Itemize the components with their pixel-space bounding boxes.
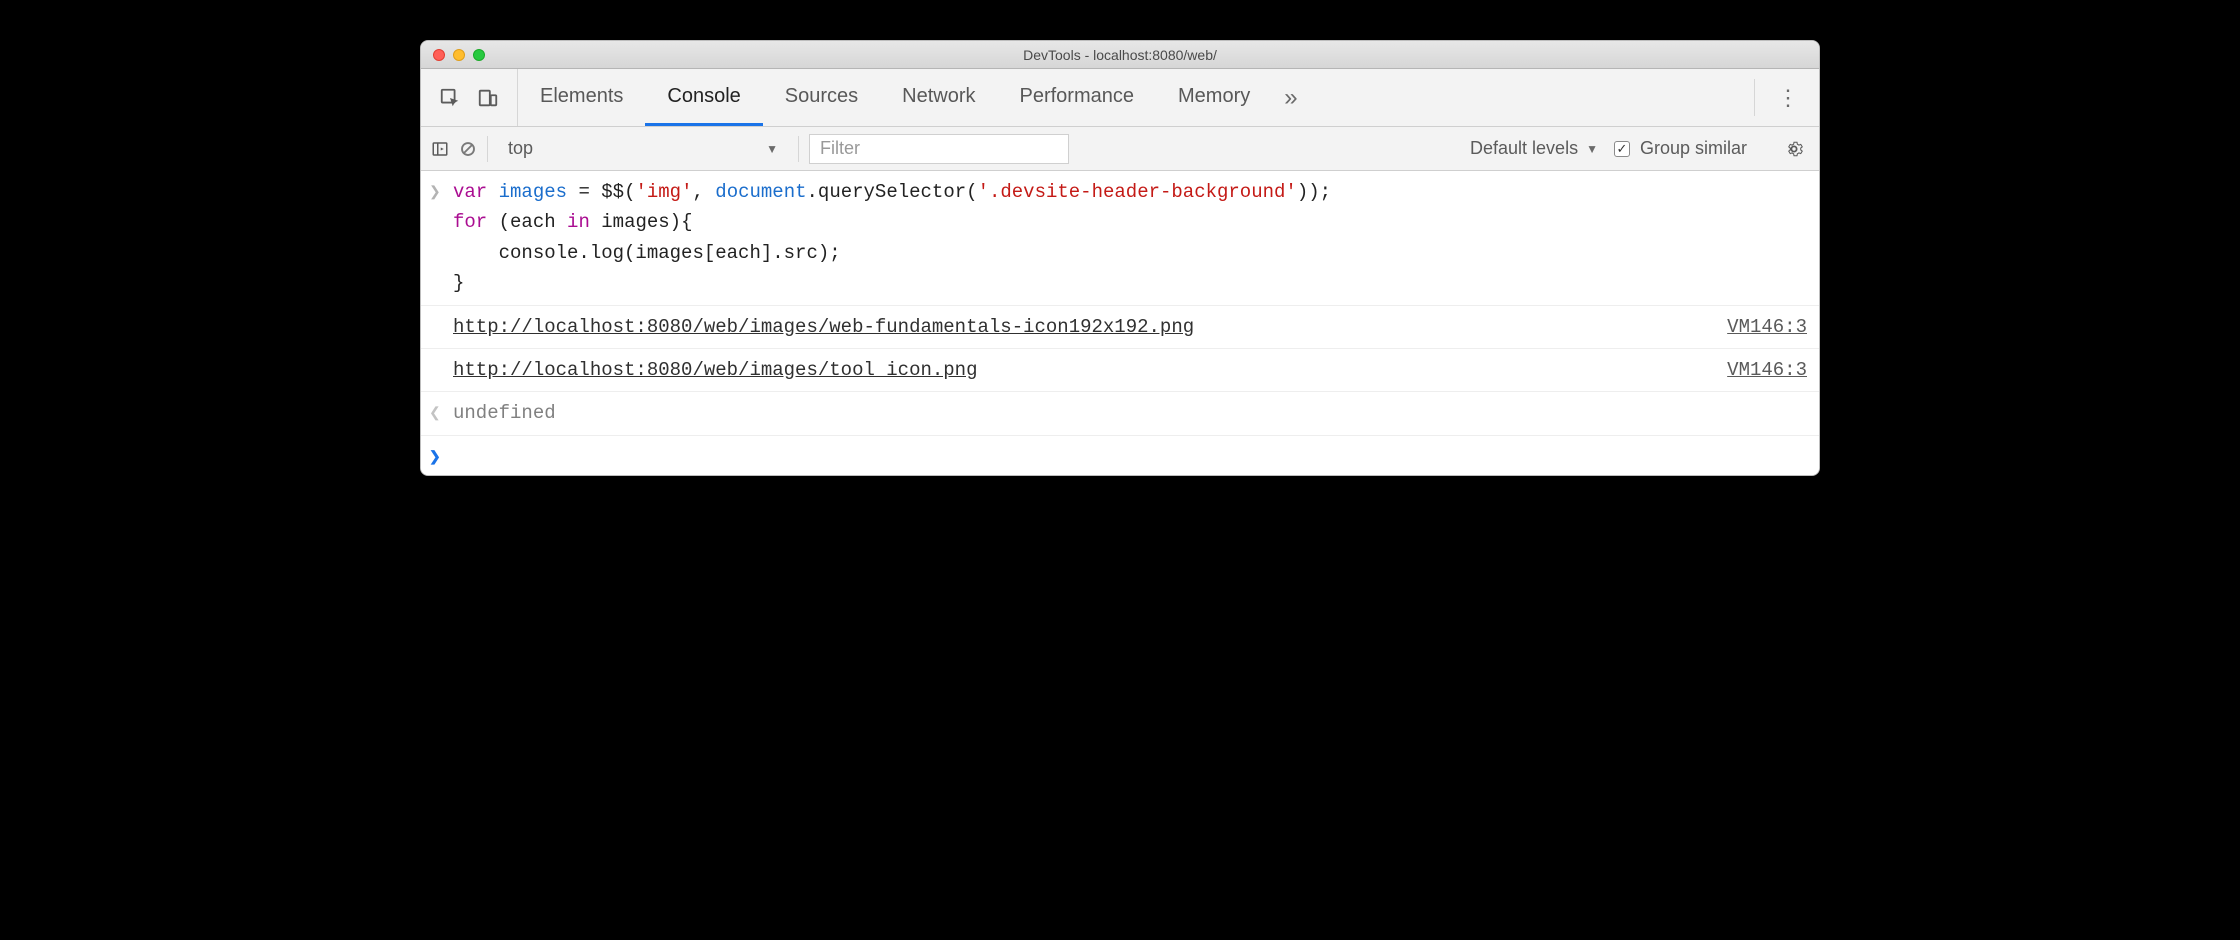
- tab-network[interactable]: Network: [880, 69, 997, 126]
- console-return-row: undefined: [421, 392, 1819, 435]
- minimize-window-button[interactable]: [453, 49, 465, 61]
- execution-context-selector[interactable]: top ▼: [498, 134, 788, 164]
- dropdown-triangle-icon: ▼: [1586, 142, 1598, 156]
- console-toolbar: top ▼ Filter Default levels ▼ ✓ Group si…: [421, 127, 1819, 171]
- return-value: undefined: [453, 398, 1807, 428]
- tab-elements[interactable]: Elements: [518, 69, 645, 126]
- tab-memory[interactable]: Memory: [1156, 69, 1272, 126]
- close-window-button[interactable]: [433, 49, 445, 61]
- tab-sources[interactable]: Sources: [763, 69, 880, 126]
- console-input-row[interactable]: var images = $$('img', document.querySel…: [421, 171, 1819, 306]
- filter-input[interactable]: Filter: [809, 134, 1069, 164]
- group-similar-label: Group similar: [1640, 138, 1747, 159]
- toggle-sidebar-icon[interactable]: [431, 140, 449, 158]
- window-titlebar: DevTools - localhost:8080/web/: [421, 41, 1819, 69]
- filter-placeholder: Filter: [820, 138, 860, 159]
- window-title: DevTools - localhost:8080/web/: [421, 47, 1819, 63]
- log-levels-selector[interactable]: Default levels ▼: [1464, 138, 1604, 159]
- console-code: var images = $$('img', document.querySel…: [453, 177, 1807, 299]
- console-prompt-input[interactable]: [453, 442, 1807, 470]
- group-similar-checkbox[interactable]: ✓: [1614, 141, 1630, 157]
- device-toolbar-icon[interactable]: [477, 87, 499, 109]
- log-url-link[interactable]: http://localhost:8080/web/images/tool_ic…: [453, 359, 978, 381]
- source-link[interactable]: VM146:3: [1707, 355, 1807, 385]
- tab-console[interactable]: Console: [645, 69, 762, 126]
- console-settings-icon[interactable]: [1779, 140, 1809, 158]
- devtools-menu-button[interactable]: ⋮: [1757, 69, 1819, 126]
- dropdown-triangle-icon: ▼: [766, 142, 778, 156]
- log-gutter: [429, 312, 453, 342]
- traffic-lights: [421, 49, 485, 61]
- inspect-element-icon[interactable]: [439, 87, 461, 109]
- console-output: var images = $$('img', document.querySel…: [421, 171, 1819, 475]
- source-link[interactable]: VM146:3: [1707, 312, 1807, 342]
- devtools-tabbar: Elements Console Sources Network Perform…: [421, 69, 1819, 127]
- levels-label: Default levels: [1470, 138, 1578, 159]
- input-chevron-icon: [429, 177, 453, 299]
- console-log-row: http://localhost:8080/web/images/web-fun…: [421, 306, 1819, 349]
- devtools-window: DevTools - localhost:8080/web/ Elements …: [420, 40, 1820, 476]
- context-label: top: [508, 138, 533, 159]
- log-gutter: [429, 355, 453, 385]
- log-url-link[interactable]: http://localhost:8080/web/images/web-fun…: [453, 316, 1194, 338]
- console-prompt-row[interactable]: [421, 436, 1819, 476]
- prompt-chevron-icon: [429, 442, 453, 470]
- console-log-row: http://localhost:8080/web/images/tool_ic…: [421, 349, 1819, 392]
- maximize-window-button[interactable]: [473, 49, 485, 61]
- tab-performance[interactable]: Performance: [998, 69, 1157, 126]
- output-chevron-icon: [429, 398, 453, 428]
- clear-console-icon[interactable]: [459, 140, 477, 158]
- tabs-overflow-button[interactable]: »: [1272, 69, 1309, 126]
